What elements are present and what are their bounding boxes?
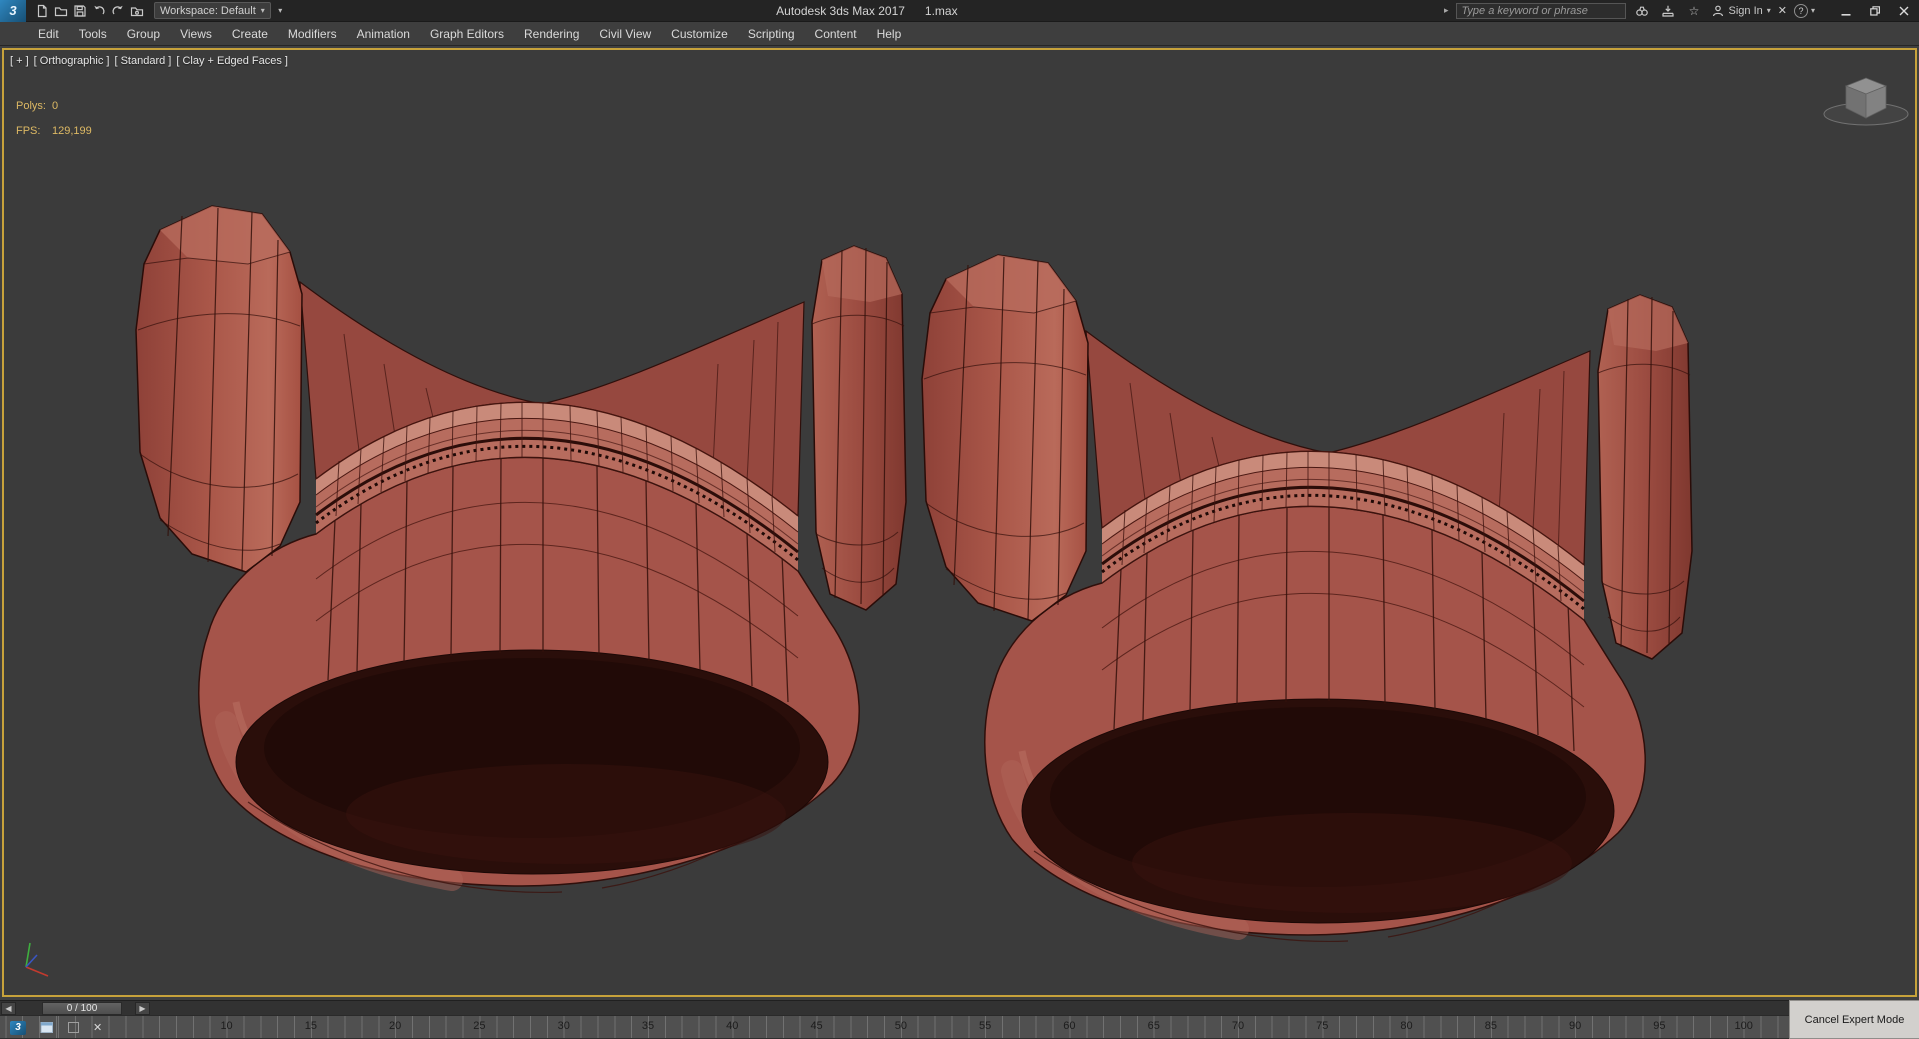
chevron-down-icon: ▾ [1810, 6, 1815, 15]
open-file-icon[interactable] [51, 2, 70, 20]
view-cube[interactable] [1823, 77, 1909, 126]
mini-toolbar: 3 ✕ [10, 1019, 102, 1036]
ruler-frame-50: 50 [894, 1020, 907, 1032]
redo-icon[interactable] [108, 2, 127, 20]
timeline-area: ◀ 0 / 100 ▶ 10 15 20 25 30 35 40 45 50 55 60 65 70 75… [0, 1000, 1919, 1039]
empty-box-icon[interactable] [68, 1022, 79, 1033]
binoculars-search-icon[interactable] [1633, 2, 1652, 20]
ruler-frame-85: 85 [1484, 1020, 1497, 1032]
ruler-frame-100: 100 [1734, 1020, 1753, 1032]
previous-frame-button[interactable]: ◀ [1, 1002, 16, 1015]
communication-center-icon[interactable] [1659, 2, 1678, 20]
viewport-label: [ + ] [ Orthographic ] [ Standard ] [ Cl… [10, 55, 288, 67]
ruler-frame-10: 10 [220, 1020, 233, 1032]
workspace-label: Workspace: Default [160, 4, 256, 17]
cancel-expert-mode-button[interactable]: Cancel Expert Mode [1789, 1000, 1919, 1039]
close-icon[interactable] [1894, 2, 1913, 20]
menu-animation[interactable]: Animation [347, 22, 420, 45]
viewport-shading-label[interactable]: [ Clay + Edged Faces ] [176, 55, 288, 67]
restore-icon[interactable] [1865, 2, 1884, 20]
ruler-frame-75: 75 [1316, 1020, 1329, 1032]
sign-in-label: Sign In [1728, 4, 1763, 17]
ruler-frame-55: 55 [979, 1020, 992, 1032]
time-slider-handle[interactable]: 0 / 100 [42, 1002, 122, 1015]
window-controls [1836, 2, 1913, 20]
world-axis-gizmo [25, 942, 49, 977]
project-folder-icon[interactable] [127, 2, 146, 20]
minimize-icon[interactable] [1836, 2, 1855, 20]
time-slider[interactable]: ◀ 0 / 100 ▶ [0, 1000, 1789, 1016]
ruler-frame-95: 95 [1653, 1020, 1666, 1032]
menu-group[interactable]: Group [117, 22, 170, 45]
menu-civil-view[interactable]: Civil View [589, 22, 661, 45]
next-frame-button[interactable]: ▶ [135, 1002, 150, 1015]
menu-tools[interactable]: Tools [69, 22, 117, 45]
ruler-frame-35: 35 [641, 1020, 655, 1032]
new-scene-icon[interactable] [32, 2, 51, 20]
infocenter-toggle-icon[interactable]: ▸ [1444, 5, 1449, 16]
menu-customize[interactable]: Customize [661, 22, 738, 45]
viewport[interactable]: [ + ] [ Orthographic ] [ Standard ] [ Cl… [2, 48, 1917, 997]
app-window: { "window": { "logo_text": "3", "title":… [0, 0, 1919, 1039]
menu-content[interactable]: Content [805, 22, 867, 45]
menu-views[interactable]: Views [170, 22, 222, 45]
menu-help[interactable]: Help [867, 22, 912, 45]
ruler-frame-60: 60 [1063, 1020, 1076, 1032]
menu-bar: Edit Tools Group Views Create Modifiers Animat… [0, 22, 1919, 46]
favorites-star-icon[interactable]: ☆ [1685, 2, 1704, 20]
menu-create[interactable]: Create [222, 22, 278, 45]
search-box [1455, 2, 1626, 19]
viewport-general-menu[interactable]: [ + ] [10, 55, 29, 67]
open-file-name: 1.max [924, 3, 958, 18]
window-icon[interactable] [40, 1021, 54, 1034]
window-title: Autodesk 3ds Max 2017 1.max [290, 4, 1444, 18]
user-icon [1712, 5, 1723, 16]
ruler-frame-30: 30 [557, 1020, 570, 1032]
menu-graph-editors[interactable]: Graph Editors [420, 22, 514, 45]
ruler-frame-80: 80 [1400, 1020, 1413, 1032]
menu-modifiers[interactable]: Modifiers [278, 22, 347, 45]
help-icon: ? [1793, 3, 1808, 18]
workspace-selector[interactable]: Workspace: Default ▾ [154, 2, 271, 19]
ruler-frame-90: 90 [1569, 1020, 1582, 1032]
ruler-frame-25: 25 [473, 1020, 486, 1032]
app-logo-icon[interactable]: 3 [0, 0, 26, 22]
qat-customize-button[interactable]: ▾ [271, 2, 290, 20]
infocenter-bar: ▸ ☆ Sign In ▾ ✕ ? ▾ [1444, 0, 1919, 21]
viewport-statistics: Polys: 0 FPS: 129,199 [16, 100, 92, 150]
ruler-frame-40: 40 [726, 1020, 739, 1032]
title-bar: 3 Workspace: Default ▾ ▾ Autodesk 3ds Ma… [0, 0, 1919, 22]
search-input[interactable] [1455, 2, 1626, 19]
chevron-down-icon: ▾ [1766, 6, 1771, 15]
ruler-frame-65: 65 [1147, 1020, 1160, 1032]
app-title-text: Autodesk 3ds Max 2017 [776, 3, 905, 18]
model-yoke-left[interactable] [136, 206, 906, 892]
sign-in-control[interactable]: Sign In ▾ [1711, 4, 1771, 18]
max-taskbar-icon[interactable]: 3 [10, 1020, 26, 1035]
viewport-preset-label[interactable]: [ Standard ] [114, 55, 171, 67]
chevron-down-icon: ▾ [260, 6, 265, 15]
quick-access-toolbar: 3 Workspace: Default ▾ ▾ [0, 0, 290, 22]
undo-icon[interactable] [89, 2, 108, 20]
ruler-frame-45: 45 [810, 1020, 823, 1032]
track-bar-ruler[interactable]: 10 15 20 25 30 35 40 45 50 55 60 65 70 75 80 85 90 95 100 [0, 1016, 1789, 1039]
help-control[interactable]: ? ▾ [1793, 3, 1815, 18]
viewport-canvas[interactable] [4, 50, 1915, 995]
ruler-frame-70: 70 [1231, 1020, 1245, 1032]
stats-polys: Polys: 0 [16, 100, 59, 112]
viewport-pov-label[interactable]: [ Orthographic ] [34, 55, 110, 67]
menu-edit[interactable]: Edit [28, 22, 69, 45]
stats-fps: FPS: 129,199 [16, 125, 92, 137]
ruler-frame-15: 15 [304, 1020, 317, 1032]
menu-scripting[interactable]: Scripting [738, 22, 805, 45]
model-yoke-right[interactable] [922, 255, 1692, 941]
close-icon[interactable]: ✕ [93, 1021, 102, 1034]
exchange-x-icon[interactable]: ✕ [1778, 4, 1787, 17]
ruler-frame-20: 20 [389, 1020, 402, 1032]
menu-rendering[interactable]: Rendering [514, 22, 589, 45]
save-file-icon[interactable] [70, 2, 89, 20]
